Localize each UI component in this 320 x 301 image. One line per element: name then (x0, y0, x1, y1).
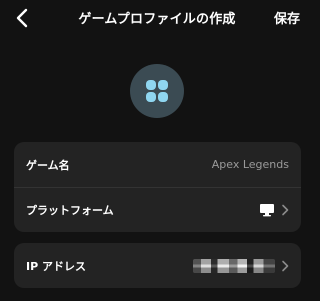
chevron-left-icon (16, 8, 28, 28)
chevron-right-icon (281, 260, 289, 272)
game-name-label: ゲーム名 (26, 158, 70, 172)
platform-label: プラットフォーム (26, 204, 114, 217)
chevron-right-icon (281, 204, 289, 216)
game-name-value: Apex Legends (211, 158, 289, 171)
ip-address-value (193, 258, 289, 273)
save-button[interactable]: 保存 (274, 8, 300, 27)
top-bar: ゲームプロファイルの作成 保存 (0, 0, 314, 36)
ip-address-obscured (193, 258, 275, 273)
grid-four-icon (146, 80, 168, 102)
platform-value (259, 203, 289, 217)
profile-card: ゲーム名 Apex Legends プラットフォーム (14, 142, 301, 232)
game-avatar[interactable] (130, 64, 184, 118)
ip-address-row[interactable]: IP アドレス (14, 243, 301, 288)
ip-address-label: IP アドレス (26, 259, 86, 273)
game-name-row[interactable]: ゲーム名 Apex Legends (14, 142, 301, 187)
page-title: ゲームプロファイルの作成 (78, 12, 236, 27)
back-button[interactable] (10, 6, 34, 30)
network-card: IP アドレス (14, 243, 301, 288)
platform-row[interactable]: プラットフォーム (14, 187, 301, 232)
monitor-icon (260, 204, 274, 217)
